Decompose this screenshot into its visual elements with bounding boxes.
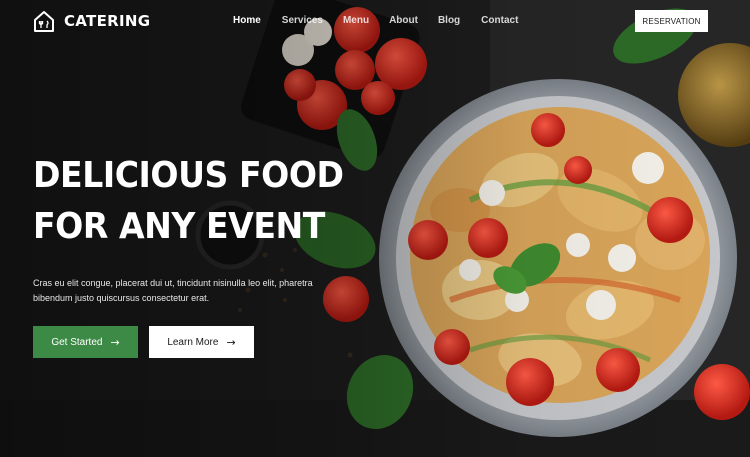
nav-item-services[interactable]: Services	[282, 15, 323, 26]
brand-logo[interactable]: CATERING	[33, 9, 150, 33]
nav-item-contact[interactable]: Contact	[481, 15, 518, 26]
main-nav: Home Services Menu About Blog Contact	[233, 15, 518, 26]
hero-subtext: Cras eu elit congue, placerat dui ut, ti…	[33, 278, 313, 303]
learn-more-button[interactable]: Learn More →	[149, 326, 254, 358]
get-started-label: Get Started	[51, 336, 103, 348]
arrow-right-icon: →	[226, 335, 236, 349]
hero-headline: DELICIOUS FOOD FOR ANY EVENT	[33, 150, 344, 252]
nav-item-menu[interactable]: Menu	[343, 15, 369, 26]
learn-more-label: Learn More	[167, 336, 219, 348]
nav-item-about[interactable]: About	[389, 15, 418, 26]
headline-line-1: DELICIOUS FOOD	[33, 155, 344, 196]
nav-item-blog[interactable]: Blog	[438, 15, 460, 26]
nav-item-home[interactable]: Home	[233, 15, 261, 26]
house-utensils-icon	[34, 11, 54, 32]
get-started-button[interactable]: Get Started →	[33, 326, 138, 358]
arrow-right-icon: →	[110, 335, 120, 349]
reservation-button[interactable]: RESERVATION	[635, 10, 708, 32]
site-header: CATERING Home Services Menu About Blog C…	[0, 0, 750, 42]
headline-line-2: FOR ANY EVENT	[33, 206, 325, 247]
brand-name: CATERING	[64, 12, 151, 30]
